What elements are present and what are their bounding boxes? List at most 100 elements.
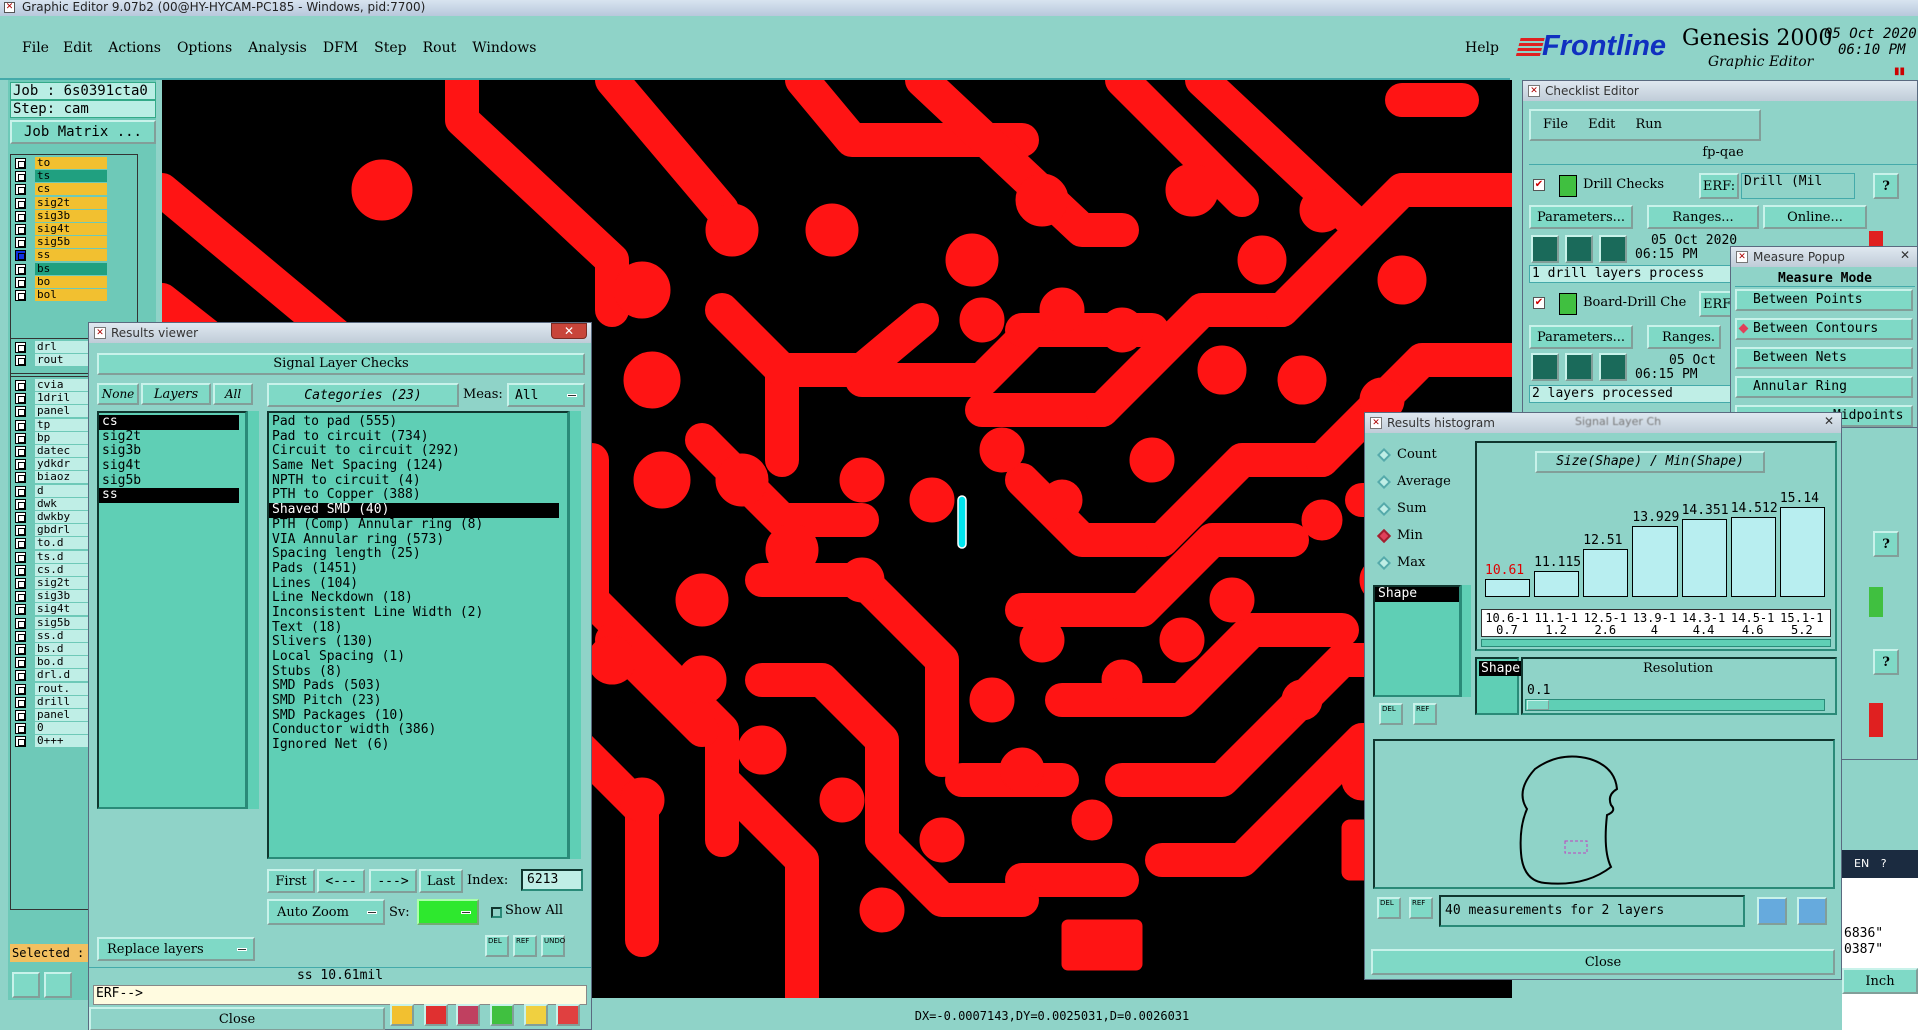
layer-checkbox[interactable] [15, 158, 26, 169]
layer-checkbox[interactable] [15, 696, 26, 708]
layer-row-board[interactable]: sig5b [13, 236, 133, 249]
category-list-scrollbar[interactable] [569, 411, 581, 859]
tray-help-icon[interactable]: ? [1881, 857, 1887, 870]
layer-checkbox[interactable] [15, 472, 26, 484]
histogram-hscroll[interactable] [1481, 639, 1831, 647]
checklist-menu-run[interactable]: Run [1636, 117, 1663, 132]
category-list[interactable]: Pad to pad (555) Pad to circuit (734) Circ… [267, 411, 569, 859]
check-1-parameters-button[interactable]: Parameters... [1529, 205, 1633, 229]
category-list-item[interactable]: Shaved SMD (40) [269, 502, 559, 518]
layer-checkbox[interactable] [15, 564, 26, 576]
layer-checkbox[interactable] [15, 617, 26, 629]
layer-checkbox[interactable] [15, 210, 26, 222]
layer-list-item[interactable]: sig4t [99, 458, 239, 474]
menu-analysis[interactable]: Analysis [248, 40, 307, 56]
layer-checkbox[interactable] [15, 657, 26, 669]
histogram-attr-item[interactable]: Shape [1375, 586, 1459, 602]
measure-between-points[interactable]: Between Points [1735, 289, 1913, 311]
check-2-run-all-icon[interactable] [1565, 353, 1593, 381]
category-list-item[interactable]: Pad to circuit (734) [269, 429, 559, 445]
category-list-item[interactable]: Local Spacing (1) [269, 649, 559, 665]
check-1-erf-field[interactable]: Drill (Mil [1741, 173, 1855, 199]
check-2-run-icon[interactable] [1531, 353, 1559, 381]
check-1-erf-button[interactable]: ERF: [1699, 173, 1739, 199]
checklist-menu-file[interactable]: File [1543, 117, 1568, 132]
job-matrix-button[interactable]: Job Matrix ... [10, 120, 156, 144]
layers-none-button[interactable]: None [97, 383, 139, 405]
show-all-checkbox[interactable] [491, 907, 502, 918]
last-button[interactable]: Last [419, 869, 463, 893]
category-list-item[interactable]: Slivers (130) [269, 635, 559, 650]
results-close-button[interactable]: Close [89, 1007, 385, 1030]
check-3-help-button[interactable]: ? [1873, 531, 1899, 557]
layer-list-item[interactable]: cs [99, 414, 239, 430]
histogram-attr-field[interactable]: Shape [1475, 657, 1523, 715]
next-button[interactable]: ---> [369, 869, 417, 893]
sv-color-select[interactable] [417, 899, 479, 925]
category-list-item[interactable]: Spacing length (25) [269, 546, 559, 562]
layer-checkbox[interactable] [15, 355, 26, 367]
check-2-name[interactable]: Board-Drill Che [1583, 295, 1686, 310]
ref-icon[interactable]: REF [513, 935, 537, 957]
auto-zoom-select[interactable]: Auto Zoom [267, 899, 385, 925]
category-list-item[interactable]: VIA Annular ring (573) [269, 532, 559, 548]
layer-row-board[interactable]: bs [13, 262, 133, 276]
prev-button[interactable]: <--- [317, 869, 365, 893]
menu-rout[interactable]: Rout [423, 40, 457, 56]
menu-edit[interactable]: Edit [63, 40, 92, 56]
category-list-item[interactable]: Conductor width (386) [269, 723, 559, 738]
layer-list-item[interactable]: sig3b [99, 444, 239, 459]
layer-checkbox[interactable] [15, 683, 26, 695]
measure-popup-close-icon[interactable]: ✕ [1897, 248, 1913, 264]
histogram-bar[interactable] [1534, 571, 1580, 597]
menu-dfm[interactable]: DFM [323, 40, 358, 56]
category-list-item[interactable]: Pad to pad (555) [269, 414, 559, 430]
menu-step[interactable]: Step [374, 40, 406, 56]
layers-all-button[interactable]: All [213, 383, 253, 405]
undo-icon[interactable]: UNDO [541, 935, 565, 957]
histogram-close-button[interactable]: Close [1371, 949, 1835, 975]
histogram-graph-icon[interactable] [1757, 897, 1787, 925]
layer-checkbox[interactable] [15, 171, 26, 183]
histogram-attr-scrollbar[interactable] [1461, 585, 1471, 697]
layer-list-scrollbar[interactable] [247, 411, 259, 809]
layer-checkbox[interactable] [15, 250, 26, 262]
checklist-menu-edit[interactable]: Edit [1588, 117, 1615, 132]
layer-row-board[interactable]: sig3b [13, 209, 133, 223]
check-1-run-sel-icon[interactable] [1599, 235, 1627, 263]
layer-checkbox[interactable] [15, 263, 26, 275]
bottom-tool-2-icon[interactable] [424, 1004, 448, 1026]
histogram-bar[interactable] [1632, 526, 1678, 597]
layer-checkbox[interactable] [15, 723, 26, 735]
layer-row-board[interactable]: sig2t [13, 196, 133, 210]
histogram-mode-min[interactable]: Min [1373, 522, 1469, 549]
layer-checkbox[interactable] [15, 237, 26, 249]
check-2-parameters-button[interactable]: Parameters... [1529, 325, 1633, 349]
erf-input[interactable]: ERF--> [93, 985, 587, 1005]
category-list-item[interactable]: Lines (104) [269, 576, 559, 592]
layer-checkbox[interactable] [15, 644, 26, 655]
measure-between-contours[interactable]: Between Contours [1735, 318, 1913, 340]
layer-checkbox[interactable] [15, 710, 26, 721]
check-2-ranges-button[interactable]: Ranges. [1647, 325, 1721, 349]
layer-row-board[interactable]: sig4t [13, 223, 133, 236]
layer-row-board[interactable]: ts [13, 170, 133, 183]
results-viewer-close-icon[interactable]: ✕ [551, 323, 587, 339]
menu-actions[interactable]: Actions [108, 40, 161, 56]
layer-checkbox[interactable] [15, 604, 26, 616]
histogram-bar[interactable] [1583, 548, 1629, 597]
category-list-item[interactable]: NPTH to circuit (4) [269, 473, 559, 489]
category-list-item[interactable]: SMD Packages (10) [269, 708, 559, 724]
units-button[interactable]: Inch [1842, 968, 1918, 994]
menu-help[interactable]: Help [1465, 40, 1499, 56]
bottom-tool-3-icon[interactable] [456, 1004, 480, 1026]
layer-checkbox[interactable] [15, 630, 26, 642]
layer-checkbox[interactable] [15, 419, 26, 431]
measure-between-nets[interactable]: Between Nets [1735, 347, 1913, 369]
layer-list-item[interactable]: sig5b [99, 473, 239, 489]
layer-checkbox[interactable] [15, 290, 26, 301]
index-input[interactable]: 6213 [521, 869, 583, 891]
layers-button[interactable]: Layers [141, 383, 211, 405]
menu-windows[interactable]: Windows [472, 40, 536, 56]
histogram-mode-max[interactable]: Max [1373, 549, 1469, 576]
